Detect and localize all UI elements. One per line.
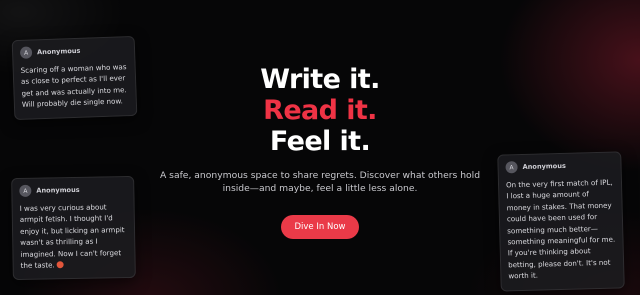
headline-line-feel: Feel it.: [269, 126, 371, 157]
headline-line-write: Write it.: [260, 64, 380, 95]
avatar: A: [19, 46, 33, 59]
hero-headline: Write it. Read it. Feel it.: [0, 64, 640, 157]
hero-section: Write it. Read it. Feel it. A safe, anon…: [0, 64, 640, 239]
author-name: Anonymous: [36, 46, 81, 57]
dive-in-button[interactable]: Dive In Now: [280, 215, 360, 239]
headline-line-read: Read it.: [263, 95, 377, 126]
hero-subtitle: A safe, anonymous space to share regrets…: [159, 170, 481, 194]
card-header: A Anonymous: [19, 43, 127, 59]
face-emoji-icon: [56, 261, 64, 269]
